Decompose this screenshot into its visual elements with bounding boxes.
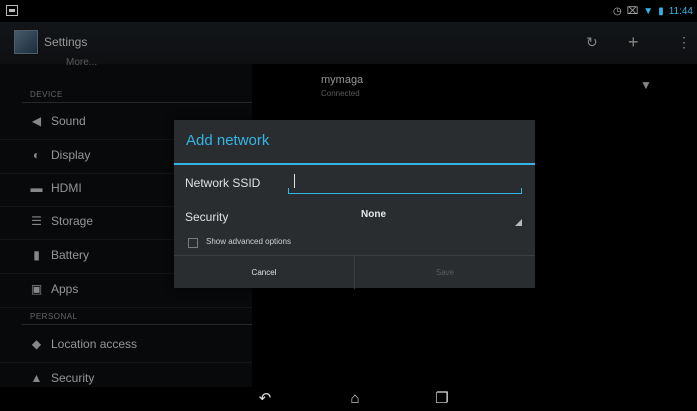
security-selected-value: None (361, 209, 386, 220)
alarm-icon: ◷ (613, 5, 622, 17)
ssid-label: Network SSID (185, 176, 261, 190)
dialog-button-bar: Cancel Save (174, 255, 535, 289)
dialog-title-divider (174, 163, 535, 165)
recent-apps-icon[interactable]: ❐ (430, 389, 454, 409)
checkbox[interactable] (188, 238, 198, 248)
bluetooth-icon: ⌧ (626, 5, 639, 17)
back-icon[interactable]: ↶ (253, 389, 277, 409)
notification-screenshot-icon (6, 5, 18, 16)
ssid-input[interactable] (288, 171, 522, 194)
dialog-title: Add network (186, 132, 270, 149)
security-label: Security (185, 210, 229, 224)
dropdown-arrow-icon (515, 219, 522, 226)
security-dropdown[interactable]: None (354, 204, 522, 228)
system-nav-bar: ↶ ⌂ ❐ (0, 387, 697, 411)
status-bar: ◷ ⌧ ▼ ▮ 11:44 (0, 0, 697, 22)
wifi-signal-icon: ▼ (643, 5, 654, 17)
cancel-button[interactable]: Cancel (174, 256, 355, 289)
battery-status-icon: ▮ (658, 5, 664, 17)
text-cursor (294, 174, 295, 188)
clock: 11:44 (668, 5, 693, 17)
advanced-options-label: Show advanced options (206, 237, 291, 246)
save-button[interactable]: Save (355, 256, 535, 289)
home-icon[interactable]: ⌂ (343, 389, 367, 409)
add-network-dialog: Add network Network SSID Security None S… (174, 120, 535, 289)
status-icons: ◷ ⌧ ▼ ▮ 11:44 (613, 3, 693, 19)
